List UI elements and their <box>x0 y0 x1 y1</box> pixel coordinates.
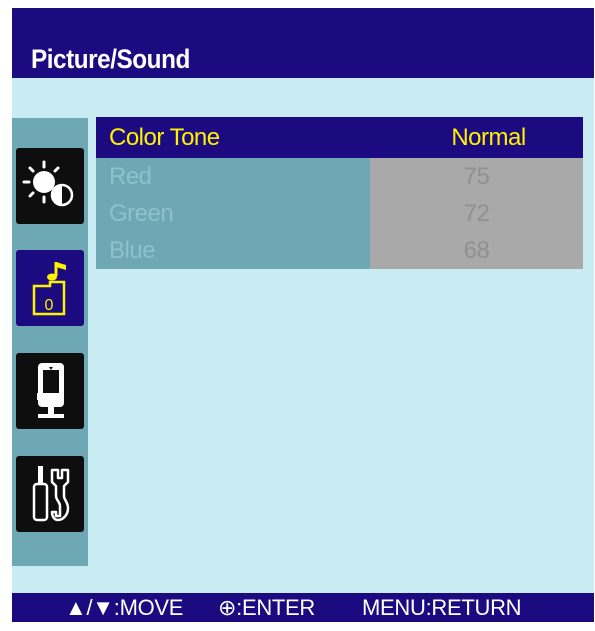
osd-menu: Picture/Sound 0 Color Tone Normal Red 75… <box>12 8 594 622</box>
setting-label: Red <box>96 158 370 195</box>
setting-row-red: Red 75 <box>96 158 583 195</box>
settings-list: Color Tone Normal Red 75 Green 72 Blue 6… <box>96 117 583 269</box>
brightness-contrast-icon <box>22 160 74 207</box>
screwdriver-wrench-icon <box>32 466 70 522</box>
setting-label: Color Tone <box>109 124 220 151</box>
music-note-icon: 0 <box>32 262 66 316</box>
setting-label: Green <box>96 195 370 232</box>
setting-row-color-tone[interactable]: Color Tone Normal <box>96 117 583 158</box>
setting-row-blue: Blue 68 <box>96 232 583 269</box>
move-hint: ▲/▼:MOVE <box>65 595 184 620</box>
svg-text:0: 0 <box>45 297 54 314</box>
menu-icon-rail: 0 <box>12 118 88 566</box>
setting-label: Blue <box>96 232 370 269</box>
menu-tab-tools[interactable] <box>16 456 84 532</box>
enter-hint: ⊕:ENTER <box>218 595 316 620</box>
title-bar: Picture/Sound <box>12 8 594 78</box>
page-title: Picture/Sound <box>31 44 190 74</box>
return-hint: MENU:RETURN <box>362 595 522 620</box>
menu-tab-setup[interactable] <box>16 353 84 429</box>
setting-value: 72 <box>370 195 583 232</box>
menu-tab-picture[interactable] <box>16 148 84 224</box>
menu-tab-sound[interactable]: 0 <box>16 250 84 326</box>
setting-value: Normal <box>451 124 526 151</box>
setting-row-green: Green 72 <box>96 195 583 232</box>
setting-value: 68 <box>370 232 583 269</box>
footer-hint-bar: ▲/▼:MOVE ⊕:ENTER MENU:RETURN <box>12 593 594 622</box>
setting-value: 75 <box>370 158 583 195</box>
monitor-stand-icon <box>37 363 64 418</box>
